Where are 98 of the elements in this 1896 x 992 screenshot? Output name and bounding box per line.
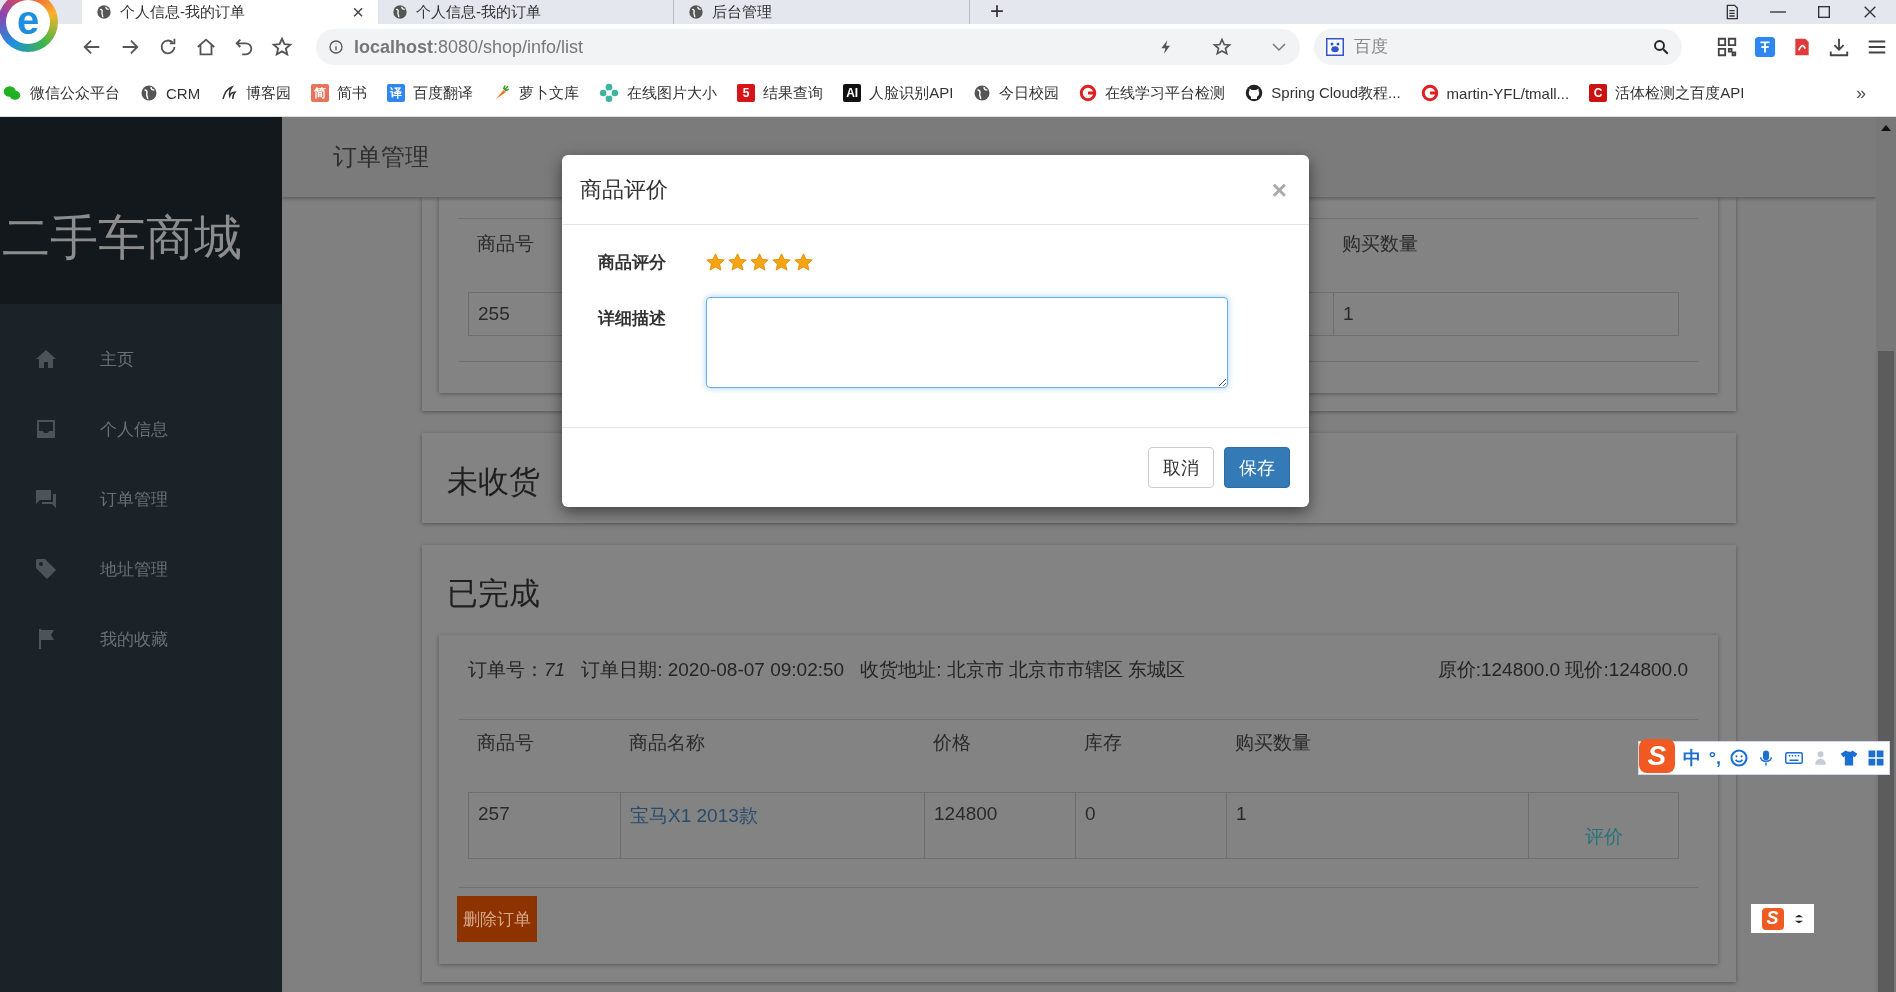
save-button[interactable]: 保存 — [1224, 447, 1290, 488]
info-icon — [328, 39, 344, 55]
search-box[interactable]: 百度 — [1314, 29, 1682, 65]
smiley-icon — [1729, 748, 1749, 768]
tag-icon — [34, 557, 58, 581]
column-header: 价格 — [933, 731, 971, 755]
bookmark-link[interactable]: 译 百度翻译 — [387, 83, 474, 103]
tab-close-button[interactable]: × — [352, 0, 364, 24]
keyboard-icon — [1783, 749, 1805, 767]
column-header: 购买数量 — [1342, 232, 1418, 256]
bookmark-link[interactable]: C 活体检测之百度API — [1589, 83, 1745, 103]
minimize-icon — [1770, 11, 1786, 13]
scroll-up-icon[interactable] — [1881, 125, 1891, 131]
badge-icon: 译 — [387, 84, 406, 102]
shirt-icon — [1839, 748, 1859, 768]
table-cell: 1 — [1333, 292, 1679, 336]
inbox-icon — [34, 417, 58, 441]
paw-icon — [1326, 38, 1344, 56]
column-header: 购买数量 — [1235, 731, 1311, 755]
badge-icon: 5 — [737, 84, 756, 102]
bookmark-link[interactable]: 微信公众平台 — [2, 83, 120, 103]
punctuation-button[interactable]: °, — [1708, 747, 1721, 769]
address-bar[interactable]: localhost:8080/shop/info/list — [316, 29, 1300, 65]
swirl-icon — [220, 84, 239, 102]
chat-bubbles-icon — [2, 84, 22, 102]
bookmark-link[interactable]: 在线学习平台检测 — [1079, 83, 1226, 103]
star-icon[interactable] — [772, 252, 791, 272]
bookmark-link[interactable]: 今日校园 — [973, 83, 1060, 103]
home-icon[interactable] — [195, 36, 217, 58]
microphone-icon — [1757, 748, 1775, 768]
maximize-icon — [1816, 4, 1832, 20]
cat-silhouette-icon — [1245, 84, 1264, 102]
globe-icon — [96, 4, 112, 20]
bookmark-link[interactable]: 博客园 — [220, 83, 292, 103]
description-field[interactable] — [706, 297, 1228, 388]
download-icon — [1828, 36, 1850, 58]
bookmark-link[interactable]: 简 简书 — [311, 83, 368, 103]
order-number: 订单号：71 — [468, 658, 566, 682]
table-cell: 124800 — [924, 792, 1075, 859]
table-cell: 257 — [468, 792, 620, 859]
cancel-button[interactable]: 取消 — [1148, 447, 1214, 488]
globe-icon — [688, 4, 704, 20]
star-outline-icon — [1212, 37, 1232, 57]
bookmark-link[interactable]: 在线图片大小 — [599, 83, 718, 103]
translate-icon — [1754, 36, 1776, 58]
tab-title: 个人信息-我的订单 — [416, 2, 542, 22]
site-title: 二手车商城 — [0, 117, 282, 304]
bookmark-link[interactable]: AI 人脸识别API — [843, 83, 954, 103]
bookmark-link[interactable]: 萝卜文库 — [493, 83, 580, 103]
bookmark-link[interactable]: 5 结果查询 — [737, 83, 824, 103]
badge-icon: AI — [843, 84, 862, 102]
tab-title: 个人信息-我的订单 — [120, 2, 246, 22]
grid-icon — [1867, 749, 1885, 767]
home-icon — [34, 347, 58, 371]
order-price: 原价:124800.0 现价:124800.0 — [1437, 658, 1688, 682]
table-cell: 1 — [1226, 792, 1528, 859]
ring-logo-icon — [1420, 84, 1439, 102]
bookmark-link[interactable]: Spring Cloud教程... — [1245, 83, 1401, 103]
tab-title: 后台管理 — [712, 2, 773, 22]
badge-icon: 简 — [311, 84, 330, 102]
globe-icon — [140, 84, 158, 102]
more-bookmarks-button[interactable]: » — [1856, 82, 1866, 104]
undo-icon[interactable] — [233, 36, 255, 58]
pdf-icon — [1792, 36, 1812, 58]
carrot-icon — [493, 84, 512, 102]
column-header: 商品名称 — [629, 731, 705, 755]
field-label: 商品评分 — [598, 251, 667, 274]
star-icon[interactable] — [794, 252, 813, 272]
column-header: 库存 — [1084, 731, 1122, 755]
star-outline-icon[interactable] — [271, 36, 293, 58]
qr-grid-icon — [1716, 36, 1738, 58]
bookmark-link[interactable]: martin-YFL/tmall... — [1420, 84, 1570, 102]
section-title: 已完成 — [447, 576, 540, 611]
close-icon — [1862, 4, 1878, 20]
scrollbar[interactable] — [1876, 117, 1896, 992]
ime-mode-button[interactable]: 中 — [1682, 746, 1701, 770]
bookmark-link[interactable]: CRM — [140, 84, 201, 102]
search-field[interactable]: 百度 — [1352, 36, 1644, 58]
flower-icon — [599, 83, 620, 103]
delete-order-button[interactable]: 删除订单 — [457, 896, 537, 942]
search-icon — [1652, 38, 1670, 56]
column-header: 商品号 — [477, 232, 534, 256]
table-cell: 0 — [1075, 792, 1226, 859]
url-text: localhost:8080/shop/info/list — [354, 36, 585, 58]
new-tab-button[interactable]: + — [990, 0, 1004, 24]
ring-logo-icon — [1079, 84, 1098, 102]
globe-icon — [392, 4, 408, 20]
star-icon[interactable] — [728, 252, 747, 272]
column-header: 商品号 — [477, 731, 534, 755]
order-date: 订单日期: 2020-08-07 09:02:50 — [581, 658, 845, 682]
globe-icon — [973, 84, 992, 102]
shipping-address: 收货地址: 北京市 北京市市辖区 东城区 — [860, 658, 1186, 682]
star-icon[interactable] — [750, 252, 769, 272]
star-icon[interactable] — [706, 252, 725, 272]
browser-tab[interactable]: 个人信息-我的订单 × — [82, 0, 378, 24]
section-title: 未收货 — [447, 464, 540, 499]
badge-icon: C — [1589, 84, 1608, 102]
document-icon — [1724, 3, 1740, 21]
